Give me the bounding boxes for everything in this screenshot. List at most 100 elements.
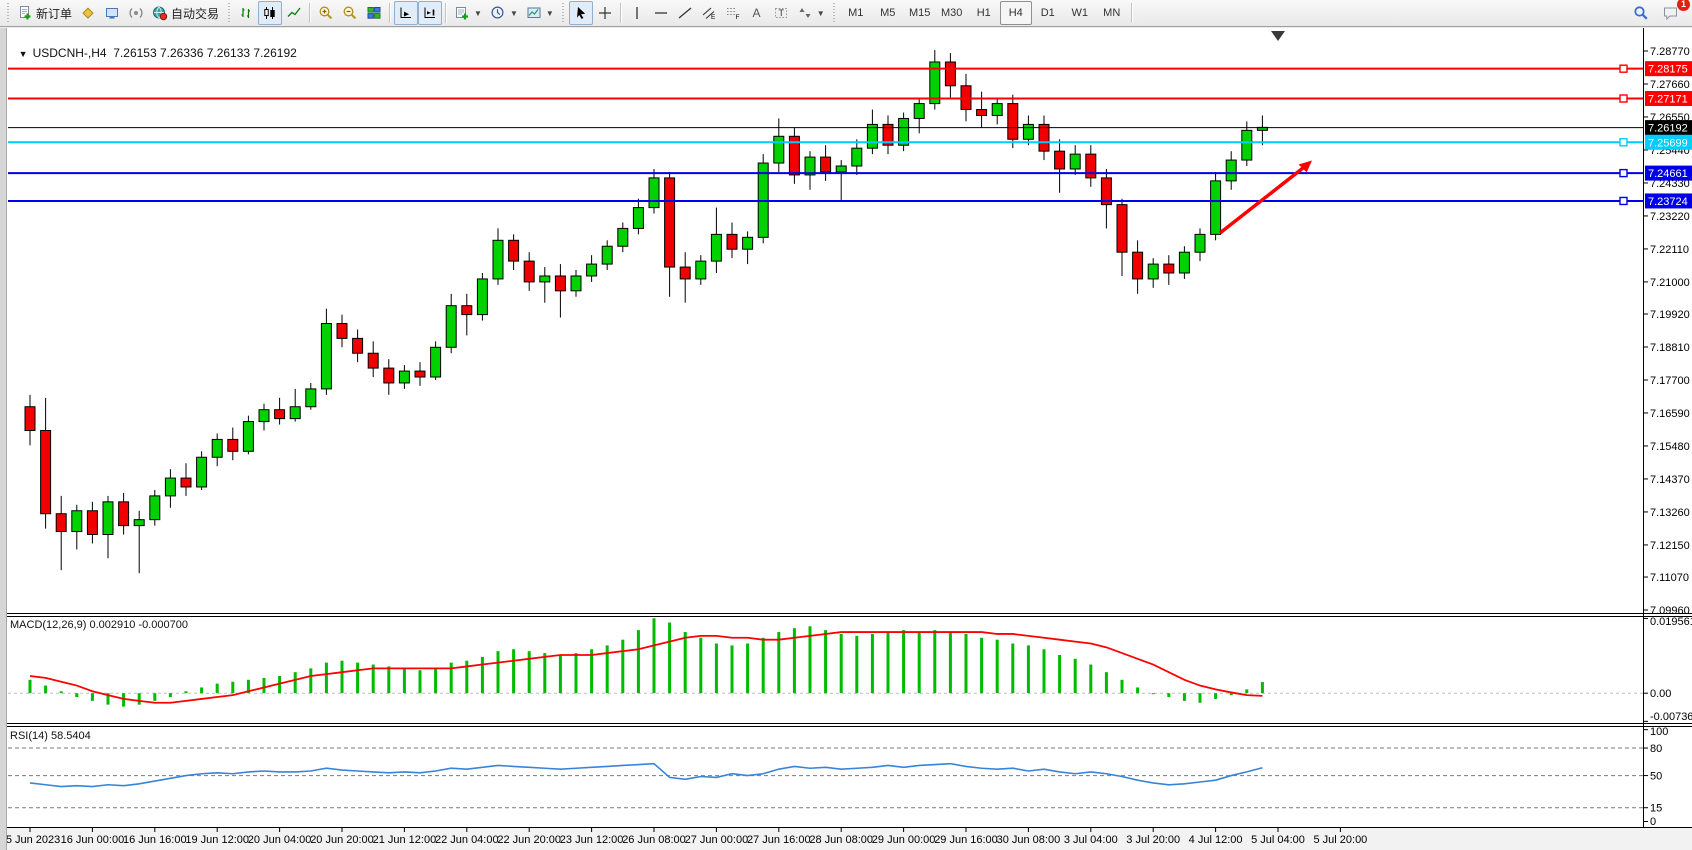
text-label-button[interactable]: T (769, 1, 793, 25)
one-click-trading-toggle-icon[interactable]: ▼ (19, 49, 28, 59)
resistance-line-1[interactable]: 7.28175 (8, 61, 1692, 76)
timeframe-m15-button[interactable]: M15 (904, 1, 936, 25)
line-chart-icon (286, 5, 302, 21)
macd-bar (497, 651, 500, 693)
periods-button[interactable]: ▼ (486, 1, 522, 25)
bid-price-line[interactable]: 7.26192 (8, 120, 1692, 135)
auto-trading-label: 自动交易 (171, 5, 219, 22)
chart-canvas[interactable]: 7.287707.276607.265507.254407.243307.232… (0, 0, 1692, 850)
rsi-panel[interactable] (8, 748, 1643, 808)
tile-windows-icon (366, 5, 382, 21)
macd-bar (1074, 659, 1077, 693)
toolbar-grip[interactable] (832, 3, 837, 23)
profiles-button[interactable] (76, 1, 100, 25)
candlestick-chart-button[interactable] (258, 1, 282, 25)
candle (431, 347, 441, 377)
macd-bar (325, 663, 328, 694)
candle (134, 520, 144, 526)
toolbar-grip[interactable] (5, 3, 10, 23)
timeframe-h1-button[interactable]: H1 (968, 1, 1000, 25)
candle (899, 118, 909, 145)
rsi-axis[interactable]: 1008050150 (1643, 726, 1668, 828)
macd-bar (200, 687, 203, 693)
main-chart-panel[interactable] (25, 50, 1267, 573)
candle (228, 439, 238, 451)
macd-bar (1121, 680, 1124, 693)
toolbar-grip[interactable] (226, 3, 231, 23)
svg-text:80: 80 (1650, 743, 1662, 755)
notifications-button[interactable]: 1 (1658, 1, 1684, 25)
rsi-indicator-label: RSI(14) 58.5404 (10, 730, 91, 742)
zoom-in-button[interactable] (314, 1, 338, 25)
search-button[interactable] (1628, 1, 1654, 25)
signals-icon (128, 5, 144, 21)
bar-chart-button[interactable] (234, 1, 258, 25)
indicators-button[interactable]: ▼ (450, 1, 486, 25)
timeframe-h4-button[interactable]: H4 (1000, 1, 1032, 25)
support-line-blue-2[interactable]: 7.23724 (8, 193, 1692, 208)
equidistant-channel-button[interactable]: E (697, 1, 721, 25)
new-order-icon (17, 5, 33, 21)
chart-shift-button[interactable] (418, 1, 442, 25)
candle (524, 261, 534, 282)
candle (1195, 234, 1205, 252)
timeframe-w1-button[interactable]: W1 (1064, 1, 1096, 25)
svg-text:7.24661: 7.24661 (1648, 168, 1688, 180)
line-chart-button[interactable] (282, 1, 306, 25)
macd-bar (29, 680, 32, 693)
crosshair-button[interactable] (593, 1, 617, 25)
terminal-icon (104, 5, 120, 21)
vertical-line-button[interactable] (625, 1, 649, 25)
trendline-button[interactable] (673, 1, 697, 25)
candle (618, 228, 628, 246)
timeframe-mn-button[interactable]: MN (1096, 1, 1128, 25)
cursor-button[interactable] (569, 1, 593, 25)
tile-windows-button[interactable] (362, 1, 386, 25)
support-line-blue-1[interactable]: 7.24661 (8, 166, 1692, 181)
text-button[interactable]: A (745, 1, 769, 25)
horizontal-line-button[interactable] (649, 1, 673, 25)
auto-trading-button[interactable]: 自动交易 (148, 1, 223, 25)
candle (56, 514, 66, 532)
svg-text:5 Jul 20:00: 5 Jul 20:00 (1313, 834, 1367, 846)
fibonacci-icon: F (725, 5, 741, 21)
candle (212, 439, 222, 457)
macd-panel[interactable] (8, 618, 1643, 706)
macd-bar (169, 693, 172, 697)
zoom-out-button[interactable] (338, 1, 362, 25)
terminal-button[interactable] (100, 1, 124, 25)
cursor-icon (573, 5, 589, 21)
fibonacci-button[interactable]: F (721, 1, 745, 25)
toolbar-grip[interactable] (561, 3, 566, 23)
chart-caption: ▼USDCNH-,H4 7.26153 7.26336 7.26133 7.26… (12, 32, 297, 60)
macd-indicator-label: MACD(12,26,9) 0.002910 -0.000700 (10, 619, 188, 631)
timeframe-m1-button[interactable]: M1 (840, 1, 872, 25)
candle (1242, 130, 1252, 160)
templates-button[interactable]: ▼ (522, 1, 558, 25)
timeframe-m30-button[interactable]: M30 (936, 1, 968, 25)
arrows-button[interactable]: ▼ (793, 1, 829, 25)
toolbar: 新订单 自动交易 (0, 0, 1692, 27)
resistance-line-2[interactable]: 7.27171 (8, 91, 1692, 106)
svg-text:28 Jun 08:00: 28 Jun 08:00 (809, 834, 873, 846)
equidistant-channel-icon: E (701, 5, 717, 21)
macd-bar (653, 618, 656, 693)
timeframe-d1-button[interactable]: D1 (1032, 1, 1064, 25)
svg-text:15: 15 (1650, 803, 1662, 815)
candle (181, 478, 191, 487)
candle (150, 496, 160, 520)
support-line-cyan[interactable]: 7.25699 (8, 135, 1692, 150)
svg-text:22 Jun 04:00: 22 Jun 04:00 (435, 834, 499, 846)
signals-button[interactable] (124, 1, 148, 25)
macd-bar (1199, 693, 1202, 703)
macd-bar (1089, 665, 1092, 694)
macd-axis[interactable]: 0.0195610.00-0.007367 (1643, 616, 1692, 723)
macd-bar (746, 644, 749, 694)
new-order-button[interactable]: 新订单 (13, 1, 76, 25)
auto-scroll-button[interactable] (394, 1, 418, 25)
candle (462, 306, 472, 315)
chart-shift-marker[interactable] (1271, 31, 1285, 41)
svg-text:7.27660: 7.27660 (1650, 79, 1690, 91)
timeframe-m5-button[interactable]: M5 (872, 1, 904, 25)
auto-trading-icon (152, 5, 168, 21)
